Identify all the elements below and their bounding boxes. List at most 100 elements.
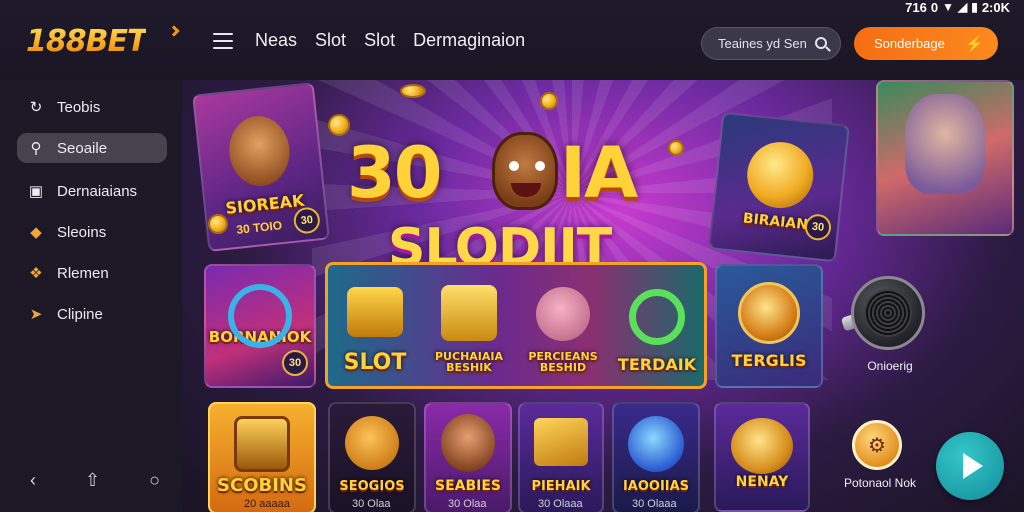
roulette-image [738,282,800,344]
coin-icon [208,214,228,234]
game-card-scobins[interactable]: SCOBINS 20 aaaaa [208,402,316,512]
brand-logo[interactable]: 188BET [26,24,147,59]
strip-item-puchaiaia[interactable]: PUCHAIAIA BESHIK [422,265,516,386]
search-input[interactable]: Teaines yd Sen [701,27,841,60]
cheese-image [534,418,588,466]
nav-item-slot-2[interactable]: Slot [364,30,395,51]
card-subtitle: 30 Olaaa [632,498,677,510]
card-title: BIRAIAN [742,210,809,234]
refresh-icon: ↻ [29,99,43,116]
sidebar-item-label: Rlemen [57,264,109,282]
coin-icon [328,114,350,136]
card-badge: 30 [292,206,322,235]
game-card-seabies[interactable]: SEABIES 30 Olaa [424,402,512,512]
sidebar-item-5[interactable]: ➤ Clipine [17,299,167,329]
status-signal-text: 0 [930,0,939,15]
ticket-icon: ❖ [29,265,43,282]
menu-icon[interactable] [213,33,233,49]
sidebar-item-3[interactable]: ◆ Sleoins [17,217,167,247]
game-card-terglis[interactable]: TERGLIS [715,264,823,388]
sidebar-item-1[interactable]: ⚲ Seoaile [17,133,167,163]
sidebar-item-label: Dernaiaians [57,182,138,200]
game-card-piehaik[interactable]: PIEHAIK 30 Olaaa [518,402,604,512]
card-title: TERDAIK [617,355,697,375]
card-subtitle: 30 Olaa [448,498,487,510]
card-title: SIOREAK [224,190,306,219]
microphone-icon[interactable] [851,276,925,350]
main-content: SIOREAK 30 TOIO 30 BIRAIAN 30 30 IA SLOD… [182,80,1024,512]
chat-icon[interactable]: ○ [149,470,160,491]
lion-image [345,416,399,470]
search-icon[interactable] [815,37,827,49]
coin-image [743,138,817,212]
game-card-seogios[interactable]: SEOGIOS 30 Olaa [328,402,416,512]
sidebar-item-label: Seoaile [57,139,108,157]
trophy-image [234,416,290,472]
sidebar-item-label: Sleoins [57,223,107,241]
hero-far-right-card[interactable] [876,80,1014,236]
nav-item-more[interactable]: Dermaginaion [413,30,525,51]
nav-item-news[interactable]: Neas [255,30,297,51]
play-icon [963,453,983,479]
status-time: 2:0K [981,0,1010,15]
gem-icon: ◆ [30,224,42,241]
sidebar-bottom-bar: ‹ ⇧ ○ [30,468,160,492]
strip-item-slot[interactable]: SLOT [328,265,422,386]
strip-item-percieans[interactable]: PERCIEANS BESHID [516,265,610,386]
hero-right-card[interactable]: BIRAIAN 30 [708,111,850,263]
card-subtitle: 30 Olaaa [538,498,583,510]
ring-image [228,284,292,348]
nav-item-slot[interactable]: Slot [315,30,346,51]
card-badge: 30 [803,213,833,242]
promo-label: Potonaol Nok [843,476,917,490]
coin-icon [540,92,558,110]
bell-image [441,285,497,341]
card-title: PIEHAIK [531,479,591,495]
sidebar-item-4[interactable]: ❖ Rlemen [17,258,167,288]
upload-icon[interactable]: ⇧ [85,470,100,491]
status-bar: 716 0 ▼ ◢ ▮ 2:0K [905,0,1010,15]
play-button[interactable] [936,432,1004,500]
character-image [225,113,293,190]
cta-button[interactable]: Sonderbage ⚡ [854,27,998,60]
strip-item-terdaik[interactable]: TERDAIK [610,265,704,386]
top-bar: 716 0 ▼ ◢ ▮ 2:0K 188BET Neas Slot Slot D… [0,0,1024,80]
card-subtitle: 20 aaaaa [244,498,290,510]
pig-image [536,287,590,341]
logo-arrow-icon [168,25,180,37]
promo-icon[interactable]: ⚙ [852,420,902,470]
card-subtitle: 30 Olaa [352,498,391,510]
game-card-nenay[interactable]: NENAY [714,402,810,512]
gem-image [628,416,684,472]
rocket-icon: ➤ [29,306,43,323]
hero-title-prefix: 30 [347,132,442,214]
search-value: Teaines yd Sen [718,36,807,51]
trophy-image [347,287,403,337]
cellular-icon: ◢ [957,0,968,14]
folder-icon: ▣ [28,183,44,200]
sidebar-item-0[interactable]: ↻ Teobis [17,92,167,122]
game-card-bornaniok[interactable]: BORNANIOK 30 [204,264,316,388]
status-left-text: 716 [905,0,927,15]
character-image [441,414,495,472]
lightning-icon: ⚡ [965,36,984,53]
battery-icon: ▮ [971,0,978,14]
card-title: SCOBINS [217,475,307,497]
back-icon[interactable]: ‹ [30,470,36,491]
mic-label: Onioerig [867,359,913,373]
character-image [905,94,985,194]
wifi-icon: ▼ [942,0,954,14]
bear-mascot-image [492,132,558,210]
sidebar-item-2[interactable]: ▣ Dernaiaians [17,176,167,206]
sidebar-item-label: Teobis [57,98,101,116]
card-title: PERCIEANS BESHID [528,349,598,375]
cta-label: Sonderbage [874,36,945,51]
coin-icon [400,84,426,98]
card-subtitle: 30 TOIO [235,218,283,237]
card-title: TERGLIS [731,351,807,371]
sidebar: ↻ Teobis ⚲ Seoaile ▣ Dernaiaians ◆ Sleoi… [0,80,182,512]
coin-stack-image [731,418,793,474]
hero-title-suffix: IA [560,132,638,214]
card-title: SLOT [343,349,407,375]
game-card-iaooiias[interactable]: IAOOIIAS 30 Olaaa [612,402,700,512]
